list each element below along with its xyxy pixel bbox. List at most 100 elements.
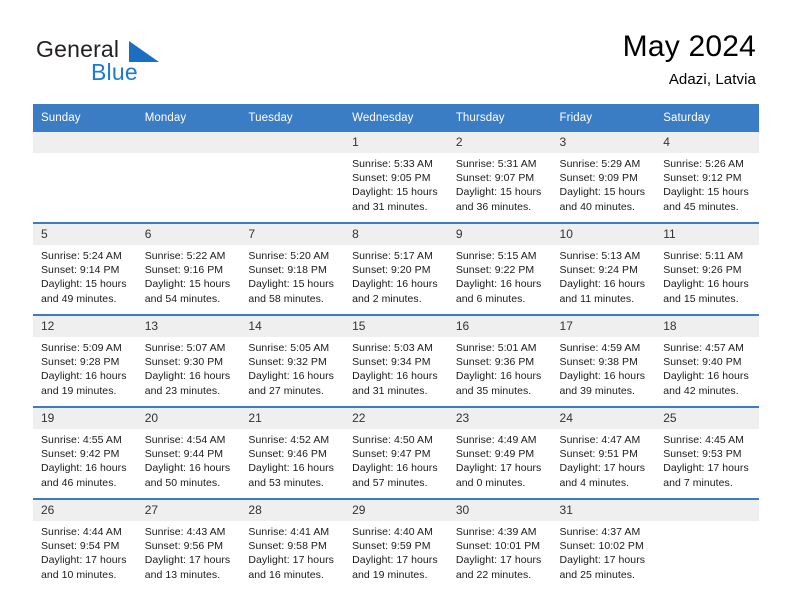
sunset-line: Sunset: 9:30 PM bbox=[144, 356, 224, 369]
calendar-cell: 10 Sunrise: 5:13 AM Sunset: 9:24 PM Dayligh… bbox=[551, 222, 656, 315]
sunrise-line: Sunrise: 5:13 AM bbox=[559, 250, 641, 262]
sunset-line: Sunset: 9:58 PM bbox=[248, 540, 327, 553]
calendar-day-cell[interactable]: 29 Sunrise: 4:40 AM Sunset: 9:59 PM Dayligh… bbox=[344, 500, 448, 590]
calendar-day-cell[interactable]: 25 Sunrise: 4:45 AM Sunset: 9:53 PM Dayligh… bbox=[655, 408, 759, 498]
calendar-cell: 1 Sunrise: 5:33 AM Sunset: 9:05 PM Daylight… bbox=[344, 132, 448, 223]
title-block: May 2024 Adazi, Latvia bbox=[623, 30, 756, 90]
daylight-line: Daylight: 17 hours bbox=[41, 554, 127, 567]
calendar-day-cell[interactable]: 28 Sunrise: 4:41 AM Sunset: 9:58 PM Dayligh… bbox=[240, 500, 345, 590]
calendar-day-cell[interactable]: 14 Sunrise: 5:05 AM Sunset: 9:32 PM Dayligh… bbox=[240, 316, 345, 406]
daylight-minutes-line: and 46 minutes. bbox=[41, 476, 117, 489]
day-number: 29 bbox=[344, 500, 448, 521]
calendar-day-cell[interactable]: 22 Sunrise: 4:50 AM Sunset: 9:47 PM Dayligh… bbox=[344, 408, 448, 498]
day-number: 26 bbox=[33, 500, 137, 521]
sun-info: Sunrise: 5:01 AM Sunset: 9:36 PM Daylight:… bbox=[448, 337, 552, 398]
calendar-day-cell[interactable]: 7 Sunrise: 5:20 AM Sunset: 9:18 PM Daylight… bbox=[240, 224, 345, 314]
calendar-day-cell[interactable]: 4 Sunrise: 5:26 AM Sunset: 9:12 PM Daylight… bbox=[655, 132, 759, 222]
calendar-day-cell[interactable]: 26 Sunrise: 4:44 AM Sunset: 9:54 PM Dayligh… bbox=[33, 500, 137, 590]
calendar-day-cell[interactable]: 3 Sunrise: 5:29 AM Sunset: 9:09 PM Daylight… bbox=[551, 132, 656, 222]
calendar-day-cell[interactable]: 24 Sunrise: 4:47 AM Sunset: 9:51 PM Dayligh… bbox=[551, 408, 656, 498]
sunrise-line: Sunrise: 5:03 AM bbox=[352, 342, 433, 354]
sunset-line: Sunset: 9:51 PM bbox=[559, 448, 638, 461]
weekday-header-tuesday: Tuesday bbox=[240, 104, 345, 132]
calendar-day-cell[interactable]: 10 Sunrise: 5:13 AM Sunset: 9:24 PM Dayligh… bbox=[551, 224, 656, 314]
day-number: 10 bbox=[551, 224, 656, 245]
daylight-line: Daylight: 15 hours bbox=[559, 186, 646, 199]
sunrise-line: Sunrise: 5:01 AM bbox=[455, 342, 537, 354]
daylight-minutes-line: and 36 minutes. bbox=[455, 200, 532, 213]
general-blue-logo[interactable]: General Blue bbox=[36, 36, 236, 88]
calendar-day-cell[interactable]: 23 Sunrise: 4:49 AM Sunset: 9:49 PM Dayligh… bbox=[447, 408, 552, 498]
sunset-line: Sunset: 9:20 PM bbox=[352, 264, 431, 277]
calendar-day-cell[interactable]: 19 Sunrise: 4:55 AM Sunset: 9:42 PM Dayligh… bbox=[33, 408, 137, 498]
daylight-line: Daylight: 16 hours bbox=[559, 370, 646, 383]
daylight-minutes-line: and 2 minutes. bbox=[352, 292, 422, 305]
calendar-grid: Sunday Monday Tuesday Wednesday Thursday Frid… bbox=[33, 104, 759, 590]
calendar-day-cell[interactable]: 21 Sunrise: 4:52 AM Sunset: 9:46 PM Dayligh… bbox=[240, 408, 345, 498]
calendar-day-cell[interactable]: 2 Sunrise: 5:31 AM Sunset: 9:07 PM Daylight… bbox=[447, 132, 552, 222]
calendar-page: General Blue May 2024 Adazi, Latvia Sund… bbox=[0, 0, 792, 612]
calendar-cell: 7 Sunrise: 5:20 AM Sunset: 9:18 PM Daylight… bbox=[240, 222, 345, 315]
daylight-line: Daylight: 15 hours bbox=[144, 278, 231, 291]
weekday-header-thursday: Thursday bbox=[447, 104, 552, 132]
daylight-minutes-line: and 53 minutes. bbox=[248, 476, 324, 489]
daylight-minutes-line: and 11 minutes. bbox=[559, 292, 635, 305]
calendar-day-cell[interactable]: 17 Sunrise: 4:59 AM Sunset: 9:38 PM Dayligh… bbox=[551, 316, 656, 406]
daylight-line: Daylight: 17 hours bbox=[663, 462, 749, 475]
sunrise-line: Sunrise: 4:39 AM bbox=[455, 526, 537, 538]
daylight-line: Daylight: 17 hours bbox=[559, 554, 646, 567]
calendar-day-cell[interactable]: 15 Sunrise: 5:03 AM Sunset: 9:34 PM Dayligh… bbox=[344, 316, 448, 406]
calendar-week-row: 19 Sunrise: 4:55 AM Sunset: 9:42 PM Dayligh… bbox=[33, 406, 759, 499]
calendar-cell: 8 Sunrise: 5:17 AM Sunset: 9:20 PM Daylight… bbox=[344, 222, 448, 315]
daylight-minutes-line: and 39 minutes. bbox=[559, 384, 635, 397]
calendar-day-cell[interactable]: 31 Sunrise: 4:37 AM Sunset: 10:02 PM Daylig… bbox=[551, 500, 656, 590]
daylight-minutes-line: and 6 minutes. bbox=[455, 292, 526, 305]
calendar-cell: 16 Sunrise: 5:01 AM Sunset: 9:36 PM Dayligh… bbox=[447, 314, 552, 407]
calendar-day-cell[interactable]: 9 Sunrise: 5:15 AM Sunset: 9:22 PM Daylight… bbox=[447, 224, 552, 314]
calendar-day-cell[interactable]: 18 Sunrise: 4:57 AM Sunset: 9:40 PM Dayligh… bbox=[655, 316, 759, 406]
calendar-day-cell[interactable]: 5 Sunrise: 5:24 AM Sunset: 9:14 PM Daylight… bbox=[33, 224, 137, 314]
calendar-day-cell[interactable]: 20 Sunrise: 4:54 AM Sunset: 9:44 PM Dayligh… bbox=[136, 408, 241, 498]
sun-info: Sunrise: 5:26 AM Sunset: 9:12 PM Daylight:… bbox=[655, 153, 759, 214]
calendar-day-cell[interactable]: 1 Sunrise: 5:33 AM Sunset: 9:05 PM Daylight… bbox=[344, 132, 448, 222]
daylight-line: Daylight: 16 hours bbox=[144, 370, 231, 383]
daylight-line: Daylight: 17 hours bbox=[352, 554, 438, 567]
sun-info: Sunrise: 4:55 AM Sunset: 9:42 PM Daylight:… bbox=[33, 429, 137, 490]
sunset-line: Sunset: 9:56 PM bbox=[144, 540, 224, 553]
calendar-cell: 2 Sunrise: 5:31 AM Sunset: 9:07 PM Daylight… bbox=[447, 132, 552, 223]
sunrise-line: Sunrise: 5:24 AM bbox=[41, 250, 122, 262]
calendar-day-cell[interactable]: 30 Sunrise: 4:39 AM Sunset: 10:01 PM Daylig… bbox=[447, 500, 552, 590]
calendar-day-cell[interactable]: 13 Sunrise: 5:07 AM Sunset: 9:30 PM Dayligh… bbox=[136, 316, 241, 406]
daylight-line: Daylight: 15 hours bbox=[41, 278, 127, 291]
day-number: 27 bbox=[136, 500, 241, 521]
day-number: 1 bbox=[344, 132, 448, 153]
calendar-day-cell[interactable]: 8 Sunrise: 5:17 AM Sunset: 9:20 PM Daylight… bbox=[344, 224, 448, 314]
calendar-day-cell[interactable]: 12 Sunrise: 5:09 AM Sunset: 9:28 PM Dayligh… bbox=[33, 316, 137, 406]
sun-info: Sunrise: 4:43 AM Sunset: 9:56 PM Daylight:… bbox=[137, 521, 241, 582]
calendar-day-cell[interactable]: 16 Sunrise: 5:01 AM Sunset: 9:36 PM Dayligh… bbox=[447, 316, 552, 406]
day-number: 25 bbox=[655, 408, 759, 429]
sunset-line: Sunset: 10:02 PM bbox=[559, 540, 644, 553]
day-number: 14 bbox=[240, 316, 345, 337]
calendar-cell: 28 Sunrise: 4:41 AM Sunset: 9:58 PM Dayligh… bbox=[240, 498, 345, 590]
sunset-line: Sunset: 9:42 PM bbox=[41, 448, 120, 461]
day-number: 19 bbox=[33, 408, 137, 429]
day-number bbox=[240, 132, 345, 153]
daylight-minutes-line: and 42 minutes. bbox=[663, 384, 739, 397]
location-subtitle: Adazi, Latvia bbox=[668, 71, 756, 88]
daylight-minutes-line: and 49 minutes. bbox=[41, 292, 117, 305]
calendar-day-cell[interactable]: 27 Sunrise: 4:43 AM Sunset: 9:56 PM Dayligh… bbox=[136, 500, 241, 590]
calendar-day-cell-empty bbox=[136, 132, 241, 222]
calendar-day-cell[interactable]: 11 Sunrise: 5:11 AM Sunset: 9:26 PM Dayligh… bbox=[655, 224, 759, 314]
calendar-day-cell[interactable]: 6 Sunrise: 5:22 AM Sunset: 9:16 PM Daylight… bbox=[136, 224, 241, 314]
day-number: 24 bbox=[551, 408, 656, 429]
sunrise-line: Sunrise: 4:44 AM bbox=[41, 526, 122, 538]
daylight-minutes-line: and 19 minutes. bbox=[41, 384, 117, 397]
daylight-minutes-line: and 45 minutes. bbox=[663, 200, 739, 213]
sunset-line: Sunset: 9:49 PM bbox=[455, 448, 535, 461]
calendar-table: Sunday Monday Tuesday Wednesday Thursday Frid… bbox=[33, 104, 759, 590]
daylight-line: Daylight: 16 hours bbox=[352, 278, 438, 291]
day-number: 18 bbox=[655, 316, 759, 337]
sun-info: Sunrise: 5:20 AM Sunset: 9:18 PM Daylight:… bbox=[240, 245, 344, 306]
sunrise-line: Sunrise: 4:45 AM bbox=[663, 434, 744, 446]
